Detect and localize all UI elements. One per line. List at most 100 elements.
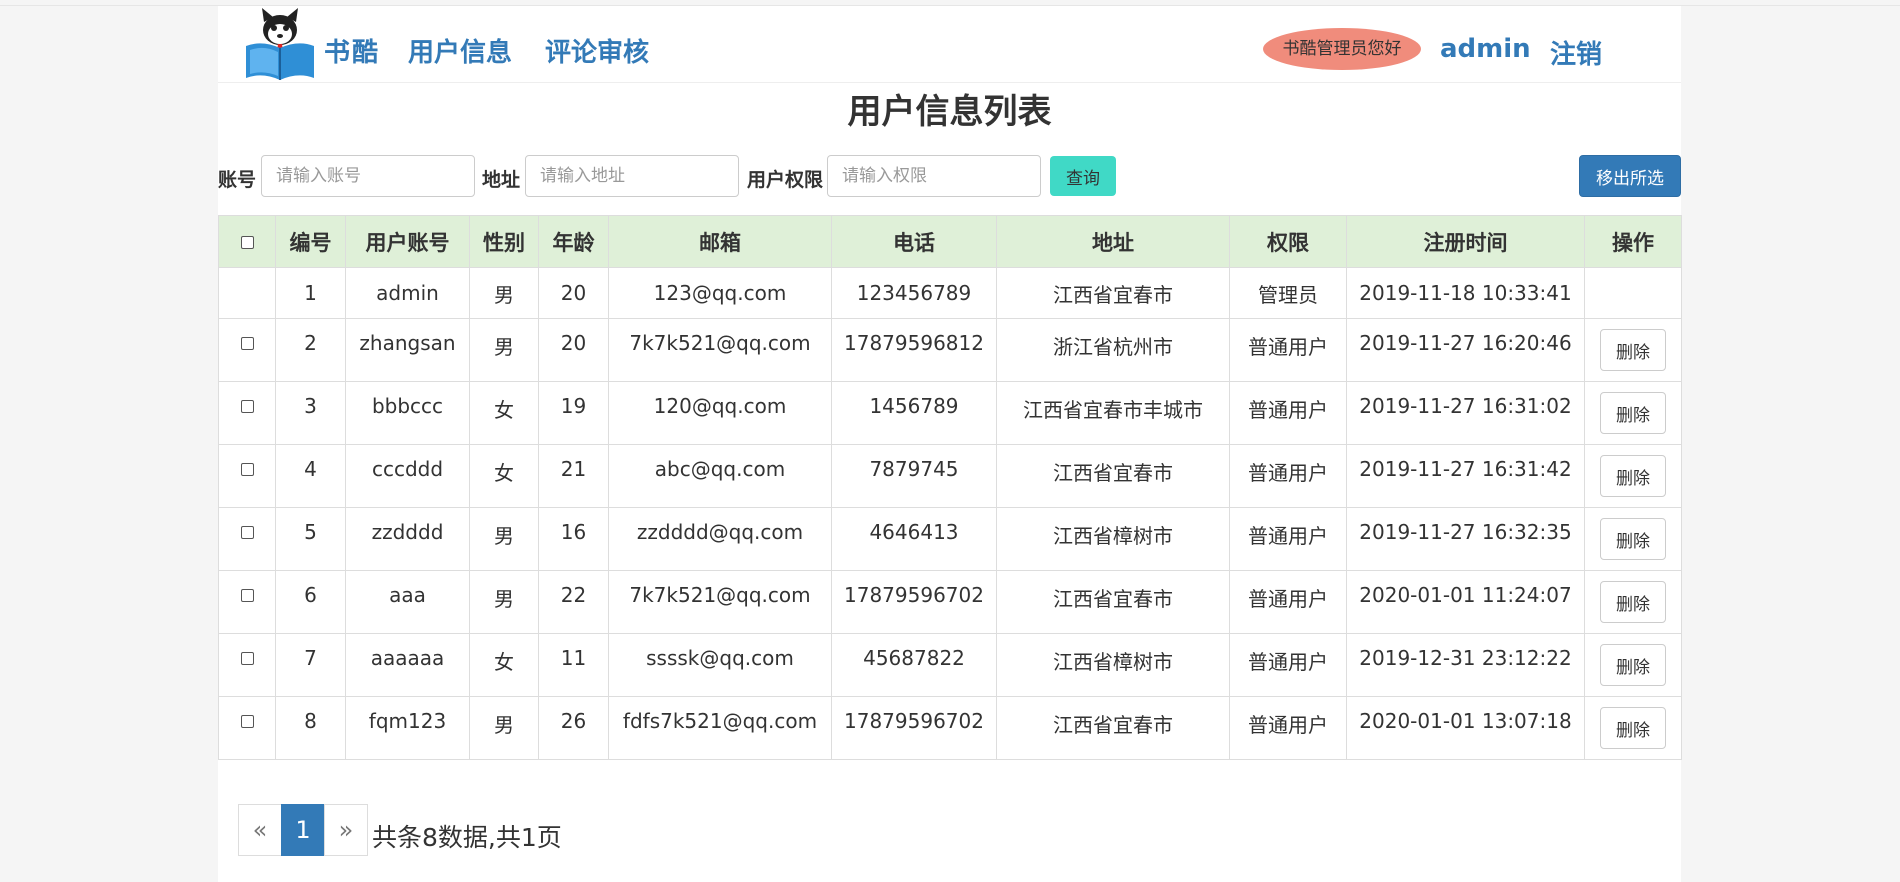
pagination-page-1[interactable]: 1 [281, 804, 325, 856]
pagination-prev[interactable]: « [238, 804, 282, 856]
logout-link[interactable]: 注销 [1550, 34, 1602, 71]
cell-address: 江西省樟树市 [996, 507, 1230, 571]
address-search-input[interactable] [525, 155, 739, 197]
cell-email: 7k7k521@qq.com [608, 318, 832, 382]
delete-button[interactable]: 删除 [1600, 644, 1666, 686]
account-search-input[interactable] [261, 155, 475, 197]
query-button[interactable]: 查询 [1050, 156, 1116, 196]
row-checkbox[interactable] [240, 463, 254, 476]
row-select-cell [218, 381, 276, 445]
greeting-badge: 书酷管理员您好 [1263, 28, 1421, 70]
select-all-checkbox[interactable] [240, 235, 254, 249]
role-search-input[interactable] [827, 155, 1041, 197]
row-checkbox[interactable] [240, 589, 254, 602]
row-checkbox[interactable] [240, 400, 254, 413]
table-row: 1 admin 男 20 123@qq.com 123456789 江西省宜春市… [218, 267, 1682, 319]
row-checkbox[interactable] [240, 715, 254, 728]
cell-phone: 7879745 [831, 444, 997, 508]
header-account: 用户账号 [345, 215, 470, 268]
cell-email: 120@qq.com [608, 381, 832, 445]
cell-age: 26 [538, 696, 609, 760]
header-id: 编号 [275, 215, 346, 268]
cell-id: 5 [275, 507, 346, 571]
cell-gender: 男 [469, 570, 539, 634]
navbar: 书酷 用户信息 评论审核 书酷管理员您好 admin 注销 [218, 6, 1681, 83]
row-checkbox[interactable] [240, 652, 254, 665]
page-title: 用户信息列表 [847, 92, 1052, 132]
remove-selected-button[interactable]: 移出所选 [1579, 155, 1681, 197]
cell-account: zzdddd [345, 507, 470, 571]
nav-comment-review[interactable]: 评论审核 [545, 32, 649, 69]
account-label: 账号 [218, 169, 257, 191]
cell-phone: 17879596702 [831, 570, 997, 634]
header-actions: 操作 [1584, 215, 1682, 268]
cell-role: 普通用户 [1229, 507, 1347, 571]
table-row: 3 bbbccc 女 19 120@qq.com 1456789 江西省宜春市丰… [218, 381, 1682, 445]
header-role: 权限 [1229, 215, 1347, 268]
cell-age: 21 [538, 444, 609, 508]
delete-button[interactable]: 删除 [1600, 329, 1666, 371]
cell-role: 普通用户 [1229, 444, 1347, 508]
cell-age: 20 [538, 267, 609, 319]
cell-id: 8 [275, 696, 346, 760]
cell-actions: 删除 [1584, 507, 1682, 571]
table-header-row: 编号 用户账号 性别 年龄 邮箱 电话 地址 权限 注册时间 操作 [218, 215, 1682, 268]
cell-actions: 删除 [1584, 570, 1682, 634]
current-username[interactable]: admin [1440, 34, 1531, 64]
cell-actions: 删除 [1584, 381, 1682, 445]
cell-phone: 17879596702 [831, 696, 997, 760]
cell-id: 6 [275, 570, 346, 634]
cell-email: fdfs7k521@qq.com [608, 696, 832, 760]
cell-gender: 女 [469, 633, 539, 697]
delete-button[interactable]: 删除 [1600, 455, 1666, 497]
cell-actions [1584, 267, 1682, 319]
row-select-cell [218, 444, 276, 508]
header-email: 邮箱 [608, 215, 832, 268]
cell-phone: 45687822 [831, 633, 997, 697]
cell-registered: 2019-11-18 10:33:41 [1346, 267, 1585, 319]
role-label: 用户权限 [747, 169, 824, 191]
pagination-info: 共条8数据,共1页 [372, 823, 562, 852]
row-checkbox[interactable] [240, 337, 254, 350]
cell-actions: 删除 [1584, 633, 1682, 697]
cell-id: 3 [275, 381, 346, 445]
cell-gender: 男 [469, 267, 539, 319]
cell-role: 普通用户 [1229, 696, 1347, 760]
cell-address: 江西省宜春市 [996, 444, 1230, 508]
cell-phone: 4646413 [831, 507, 997, 571]
cell-account: fqm123 [345, 696, 470, 760]
cell-gender: 女 [469, 381, 539, 445]
delete-button[interactable]: 删除 [1600, 707, 1666, 749]
cell-gender: 男 [469, 696, 539, 760]
row-select-cell [218, 570, 276, 634]
cell-registered: 2019-11-27 16:20:46 [1346, 318, 1585, 382]
main-page: 书酷 用户信息 评论审核 书酷管理员您好 admin 注销 用户信息列表 账号 … [218, 6, 1682, 882]
cell-age: 11 [538, 633, 609, 697]
cell-role: 普通用户 [1229, 570, 1347, 634]
husky-book-logo-icon[interactable] [242, 8, 318, 84]
cell-registered: 2019-11-27 16:32:35 [1346, 507, 1585, 571]
table-row: 4 cccddd 女 21 abc@qq.com 7879745 江西省宜春市 … [218, 444, 1682, 508]
cell-actions: 删除 [1584, 444, 1682, 508]
brand-name[interactable]: 书酷 [324, 32, 380, 69]
row-checkbox[interactable] [240, 526, 254, 539]
table-row: 8 fqm123 男 26 fdfs7k521@qq.com 178795967… [218, 696, 1682, 760]
cell-id: 4 [275, 444, 346, 508]
table-row: 5 zzdddd 男 16 zzdddd@qq.com 4646413 江西省樟… [218, 507, 1682, 571]
cell-address: 江西省宜春市 [996, 696, 1230, 760]
delete-button[interactable]: 删除 [1600, 518, 1666, 560]
pagination-next[interactable]: » [324, 804, 368, 856]
delete-button[interactable]: 删除 [1600, 581, 1666, 623]
cell-account: aaaaaa [345, 633, 470, 697]
cell-phone: 1456789 [831, 381, 997, 445]
delete-button[interactable]: 删除 [1600, 392, 1666, 434]
cell-address: 江西省宜春市 [996, 267, 1230, 319]
cell-registered: 2020-01-01 13:07:18 [1346, 696, 1585, 760]
pagination: « 1 » [238, 804, 368, 856]
cell-email: abc@qq.com [608, 444, 832, 508]
nav-user-info[interactable]: 用户信息 [408, 32, 512, 69]
cell-registered: 2019-11-27 16:31:02 [1346, 381, 1585, 445]
select-all-cell [218, 215, 276, 268]
cell-role: 管理员 [1229, 267, 1347, 319]
cell-role: 普通用户 [1229, 318, 1347, 382]
